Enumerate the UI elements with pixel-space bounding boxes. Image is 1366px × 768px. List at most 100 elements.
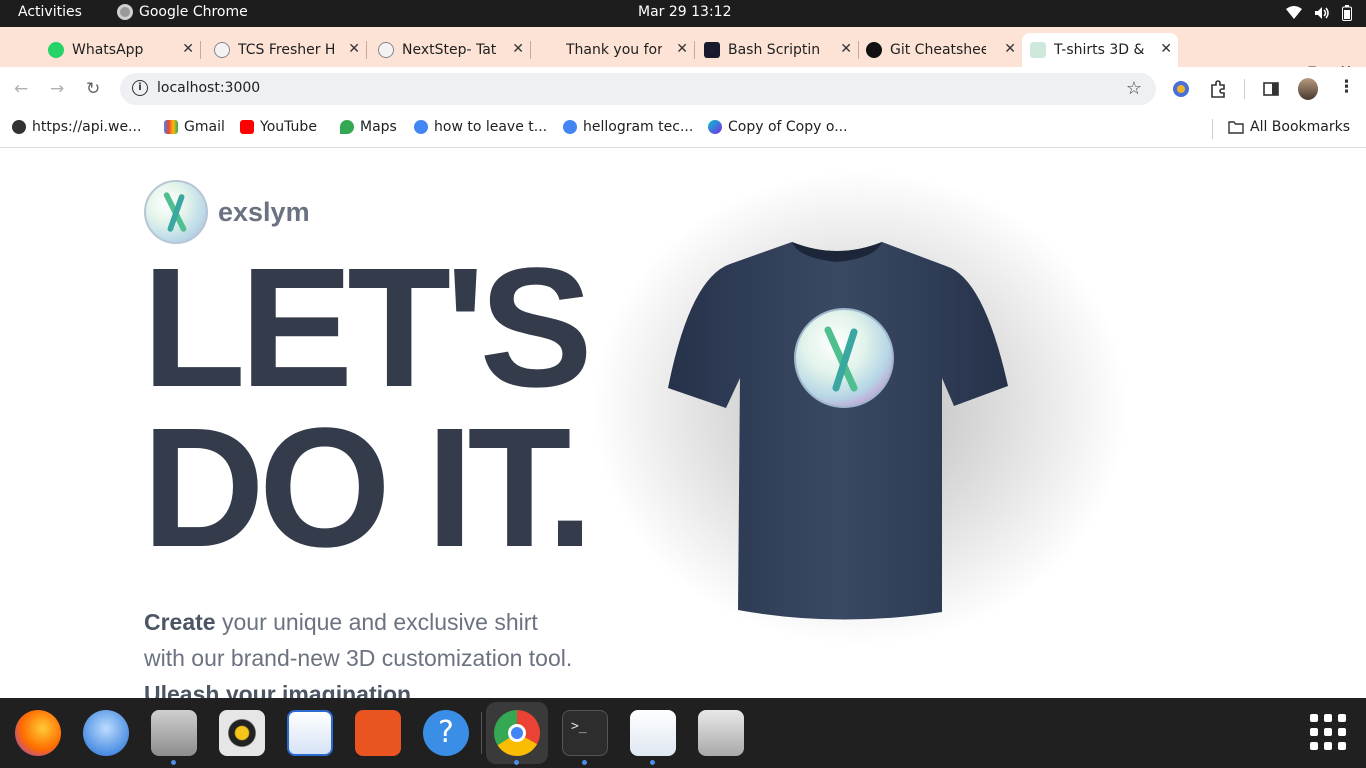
firefox-icon[interactable] [15,710,61,756]
tab-strip: ⌵ WhatsApp ✕ TCS Fresher H ✕ NextStep- T… [0,27,1366,85]
app-menu[interactable]: Google Chrome [117,4,248,20]
bookmark-item[interactable]: how to leave t... [414,119,547,135]
profile-avatar[interactable] [1298,78,1318,100]
help-icon[interactable]: ? [423,710,469,756]
side-panel-icon[interactable] [1262,80,1280,98]
tab-title: Bash Scriptin [728,42,821,58]
web-page: exslym LET'S DO IT. Create your unique a… [0,148,1366,698]
tab-divider [366,41,367,59]
show-apps-grid-icon[interactable] [1310,714,1346,750]
tab-title: Git Cheatshee [890,42,986,58]
bookmark-label: Copy of Copy o... [728,119,848,135]
youtube-icon [240,120,254,134]
blank-icon [542,42,558,58]
files-icon[interactable] [151,710,197,756]
tagline-create: Create [144,609,216,635]
bookmark-label: Gmail [184,119,225,135]
url-text[interactable]: localhost:3000 [157,80,260,96]
tab-divider [858,41,859,59]
tab-title: NextStep- Tat [402,42,497,58]
wifi-icon [1286,6,1302,19]
system-tray[interactable] [1286,5,1352,21]
extensions-puzzle-icon[interactable] [1209,80,1227,98]
hero-heading-line2: DO IT. [142,393,594,583]
bookmark-star-icon[interactable]: ☆ [1126,78,1142,99]
bookmark-item[interactable]: YouTube [240,119,317,135]
canva-icon [708,120,722,134]
rhythmbox-icon[interactable] [219,710,265,756]
tshirt-3d-model[interactable] [664,238,1010,622]
tab-whatsapp[interactable]: WhatsApp ✕ [40,33,200,67]
close-tab-icon[interactable]: ✕ [676,41,688,57]
tab-title: WhatsApp [72,42,144,58]
maps-icon [340,120,354,134]
close-tab-icon[interactable]: ✕ [1004,41,1016,57]
running-indicator [582,760,587,765]
close-tab-icon[interactable]: ✕ [1160,41,1172,57]
tab-tcs-fresher[interactable]: TCS Fresher H ✕ [206,33,366,67]
toolbar-divider [1244,79,1245,99]
close-tab-icon[interactable]: ✕ [512,41,524,57]
address-bar[interactable]: i localhost:3000 ☆ [120,73,1156,105]
google-icon [563,120,577,134]
folder-icon [1228,121,1244,134]
tab-thank-you[interactable]: Thank you for ✕ [534,33,694,67]
tagline: Create your unique and exclusive shirt w… [144,604,584,698]
extension-circle-icon[interactable] [1172,80,1190,98]
hero-heading-line1: LET'S [142,233,593,423]
terminal-icon[interactable]: >_ [562,710,608,756]
bookmark-label: hellogram tec... [583,119,694,135]
bookmark-label: YouTube [260,119,317,135]
bookmark-item[interactable]: hellogram tec... [563,119,693,135]
bookmark-item[interactable]: Maps [340,119,397,135]
tab-divider [200,41,201,59]
bookmark-item[interactable]: https://api.we... [12,119,141,135]
dock: ? >_ [0,698,1366,768]
reload-button[interactable]: ↻ [86,79,100,99]
tab-git-cheatsheet[interactable]: Git Cheatshee ✕ [862,33,1022,67]
bookmarks-bar: https://api.we... Gmail YouTube Maps how… [0,111,1366,148]
bash-icon [704,42,720,58]
cs-icon [866,42,882,58]
volume-icon [1315,7,1329,19]
gmail-icon [164,120,178,134]
forward-button[interactable]: → [50,79,64,99]
tab-tshirts-active[interactable]: T-shirts 3D & ✕ [1022,33,1178,67]
tab-title: Thank you for [566,42,662,58]
app-center-icon[interactable] [355,710,401,756]
bookmark-label: Maps [360,119,397,135]
all-bookmarks-label: All Bookmarks [1250,119,1351,135]
battery-icon [1342,5,1352,21]
whatsapp-icon [48,42,64,58]
site-info-icon[interactable]: i [132,80,148,96]
tab-title: T-shirts 3D & [1054,42,1145,58]
globe-icon [12,120,26,134]
tab-title: TCS Fresher H [238,42,334,58]
menu-kebab-icon[interactable]: ⋮ [1338,77,1355,97]
bookmark-label: https://api.we... [32,119,142,135]
brand-name: exslym [218,196,310,227]
trash-icon[interactable] [698,710,744,756]
exslym-icon [1030,42,1046,58]
clock[interactable]: Mar 29 13:12 [638,4,731,20]
running-indicator [650,760,655,765]
system-top-bar: Activities Google Chrome Mar 29 13:12 [0,0,1366,27]
tab-divider [694,41,695,59]
chrome-small-icon [117,4,133,20]
close-tab-icon[interactable]: ✕ [348,41,360,57]
text-editor-icon[interactable] [630,710,676,756]
tcs-icon [378,42,394,58]
back-button[interactable]: ← [14,79,28,99]
bookmark-item[interactable]: Copy of Copy o... [708,119,848,135]
close-tab-icon[interactable]: ✕ [840,41,852,57]
chrome-center-icon [508,724,526,742]
writer-icon[interactable] [287,710,333,756]
tab-nextstep[interactable]: NextStep- Tat ✕ [370,33,530,67]
thunderbird-icon[interactable] [83,710,129,756]
all-bookmarks-button[interactable]: All Bookmarks [1228,119,1350,135]
tab-bash-scripting[interactable]: Bash Scriptin ✕ [698,33,858,67]
activities-button[interactable]: Activities [18,4,82,20]
close-tab-icon[interactable]: ✕ [182,41,194,57]
running-indicator [171,760,176,765]
bookmark-item[interactable]: Gmail [164,119,225,135]
